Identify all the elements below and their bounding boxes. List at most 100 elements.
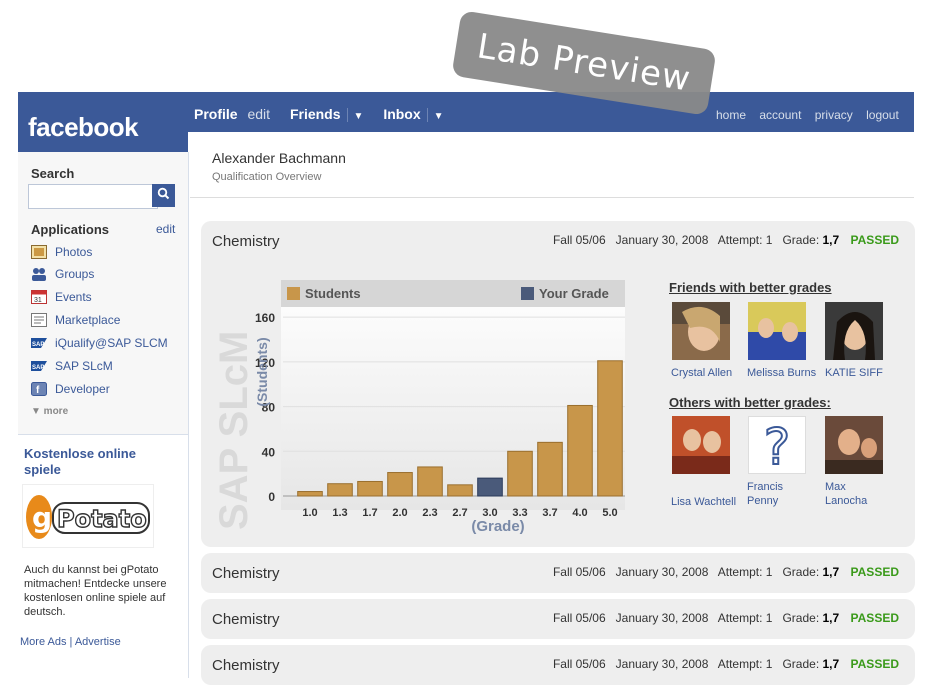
facebook-logo[interactable]: facebook: [28, 112, 139, 143]
x-tick-label: 2.7: [452, 507, 467, 519]
search-input[interactable]: [28, 184, 158, 209]
other-name[interactable]: Max Lanocha: [825, 480, 867, 508]
nav-profile-link[interactable]: Profile: [194, 106, 238, 122]
svg-text:SAP: SAP: [32, 365, 44, 371]
ad-links[interactable]: More Ads | Advertise: [20, 636, 121, 648]
sap-icon: SAP: [31, 336, 47, 350]
gpotato-logo-image: g Potato: [26, 495, 150, 539]
app-label: Photos: [55, 245, 93, 259]
sidebar-app-photos[interactable]: Photos: [31, 243, 92, 261]
chart-bar: [507, 450, 533, 497]
marketplace-icon: [31, 313, 47, 327]
status-badge: PASSED: [850, 611, 899, 625]
x-tick-label: 1.0: [302, 507, 317, 519]
others-better-grades-title[interactable]: Others with better grades:: [669, 395, 831, 410]
friends-better-grades-title[interactable]: Friends with better grades: [669, 280, 832, 295]
x-tick-label: 1.7: [362, 507, 377, 519]
course-meta: Fall 05/06 January 30, 2008 Attempt: 1 G…: [553, 565, 899, 579]
x-tick-label: 2.0: [392, 507, 407, 519]
question-mark-icon[interactable]: ?: [748, 416, 806, 474]
status-badge: PASSED: [850, 233, 899, 247]
ad-title[interactable]: Kostenlose online spiele: [24, 446, 174, 478]
sidebar-app-marketplace[interactable]: Marketplace: [31, 311, 120, 329]
friend-name[interactable]: Crystal Allen: [671, 366, 732, 380]
nav-inbox-link[interactable]: Inbox: [383, 106, 420, 122]
page-subtitle: Qualification Overview: [212, 171, 322, 183]
course-attempt: Attempt: 1: [717, 611, 773, 625]
chart-bar: [537, 441, 563, 497]
legend-label: Your Grade: [539, 286, 609, 301]
chart-watermark: SAP SLcM: [215, 331, 256, 530]
legend-label: Students: [305, 286, 361, 301]
course-grade: 1,7: [822, 233, 840, 247]
svg-text:g: g: [32, 501, 52, 534]
friend-name[interactable]: Melissa Burns: [747, 366, 816, 380]
y-axis-label: (Students): [254, 337, 270, 406]
course-panel[interactable]: Chemistry Fall 05/06 January 30, 2008 At…: [201, 553, 915, 593]
course-attempt: Attempt: 1: [717, 233, 773, 247]
sap-icon: SAP: [31, 359, 47, 373]
course-name[interactable]: Chemistry: [212, 233, 280, 250]
status-badge: PASSED: [850, 657, 899, 671]
more-apps-link[interactable]: ▼ more: [31, 406, 68, 417]
nav-logout-link[interactable]: logout: [866, 108, 899, 122]
nav-edit-link[interactable]: edit: [247, 106, 270, 122]
sidebar-app-groups[interactable]: Groups: [31, 265, 94, 283]
sidebar-app-events[interactable]: 31 Events: [31, 288, 92, 306]
course-panel[interactable]: Chemistry Fall 05/06 January 30, 2008 At…: [201, 645, 915, 685]
course-grade: 1,7: [822, 565, 840, 579]
x-tick-label: 5.0: [602, 507, 617, 519]
other-photo[interactable]: [672, 416, 730, 474]
course-name[interactable]: Chemistry: [212, 565, 280, 582]
nav-home-link[interactable]: home: [716, 108, 746, 122]
chart-bar: [327, 483, 353, 497]
account-nav: home account privacy logout: [716, 108, 909, 122]
friends-dropdown-arrow-icon[interactable]: ▼: [354, 111, 364, 122]
developer-icon: f: [31, 382, 47, 396]
friend-photo[interactable]: [672, 302, 730, 360]
search-button[interactable]: [152, 184, 175, 207]
course-meta: Fall 05/06 January 30, 2008 Attempt: 1 G…: [553, 611, 899, 625]
other-name[interactable]: Lisa Wachtell: [671, 495, 736, 509]
app-label: Developer: [55, 382, 110, 396]
gpotato-ad-logo[interactable]: g Potato: [22, 484, 154, 548]
grade-label: Grade:: [782, 233, 820, 247]
course-panel[interactable]: Chemistry Fall 05/06 January 30, 2008 At…: [201, 599, 915, 639]
course-date: January 30, 2008: [615, 657, 709, 671]
nav-privacy-link[interactable]: privacy: [815, 108, 853, 122]
grade-label: Grade:: [782, 565, 820, 579]
svg-text:Potato: Potato: [57, 505, 147, 533]
sidebar-app-iqualify[interactable]: SAP iQualify@SAP SLCM: [31, 334, 168, 352]
course-grade: 1,7: [822, 611, 840, 625]
nav-account-link[interactable]: account: [759, 108, 801, 122]
svg-text:31: 31: [34, 297, 42, 304]
applications-edit-link[interactable]: edit: [156, 222, 175, 236]
sidebar-app-developer[interactable]: f Developer: [31, 380, 110, 398]
sidebar-app-sap-slcm[interactable]: SAP SAP SLcM: [31, 357, 113, 375]
chart-bar: [297, 491, 323, 497]
grade-label: Grade:: [782, 657, 820, 671]
course-name[interactable]: Chemistry: [212, 657, 280, 674]
inbox-dropdown-arrow-icon[interactable]: ▼: [434, 111, 444, 122]
chart-bar: [387, 472, 413, 497]
friend-photo[interactable]: [825, 302, 883, 360]
course-term: Fall 05/06: [552, 565, 606, 579]
chart-bar: [417, 466, 443, 497]
nav-divider: [426, 108, 428, 123]
chart-bar: [597, 360, 623, 497]
grade-label: Grade:: [782, 611, 820, 625]
nav-friends-link[interactable]: Friends: [290, 106, 341, 122]
other-photo[interactable]: [825, 416, 883, 474]
groups-icon: [31, 267, 47, 281]
profile-name[interactable]: Alexander Bachmann: [212, 150, 346, 166]
other-name[interactable]: Francis Penny: [747, 480, 795, 508]
svg-text:SAP: SAP: [32, 342, 44, 348]
friend-photo[interactable]: [748, 302, 806, 360]
course-meta: Fall 05/06 January 30, 2008 Attempt: 1 G…: [553, 657, 899, 671]
x-tick-label: 1.3: [332, 507, 347, 519]
course-term: Fall 05/06: [552, 233, 606, 247]
app-label: Groups: [55, 267, 95, 281]
course-name[interactable]: Chemistry: [212, 611, 280, 628]
friend-name[interactable]: KATIE SIFF: [825, 366, 883, 380]
course-attempt: Attempt: 1: [717, 657, 773, 671]
